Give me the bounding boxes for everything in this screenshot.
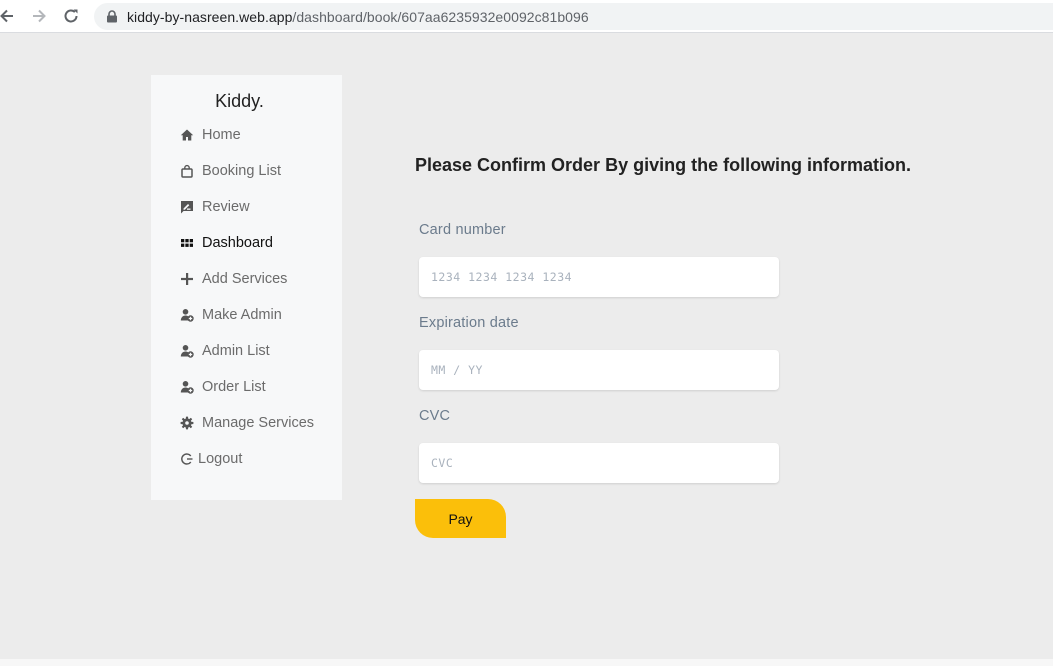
bottom-edge [0, 659, 1053, 666]
user-plus-icon [179, 343, 195, 359]
forward-arrow-icon[interactable] [29, 6, 49, 26]
sidebar-item-booking-list[interactable]: Booking List [179, 160, 281, 182]
page-heading: Please Confirm Order By giving the follo… [415, 155, 912, 175]
user-plus-icon [179, 307, 195, 323]
sidebar-item-label: Add Services [202, 271, 288, 287]
sidebar: Kiddy. Home Booking List Review Dashboar… [151, 75, 342, 500]
expiration-date-field[interactable] [419, 350, 779, 390]
rate-review-icon [179, 199, 195, 215]
sidebar-item-label: Logout [198, 451, 243, 467]
card-number-field[interactable] [419, 257, 779, 297]
sidebar-item-make-admin[interactable]: Make Admin [179, 304, 282, 326]
shopping-bag-icon [179, 163, 195, 179]
gear-icon [179, 415, 195, 431]
sidebar-item-label: Order List [202, 379, 266, 395]
browser-toolbar: kiddy-by-nasreen.web.app/dashboard/book/… [0, 0, 1053, 33]
expiration-date-label: Expiration date [419, 315, 519, 331]
sidebar-item-add-services[interactable]: Add Services [179, 268, 287, 290]
address-bar[interactable]: kiddy-by-nasreen.web.app/dashboard/book/… [94, 3, 1053, 30]
home-icon [179, 127, 195, 143]
reload-icon[interactable] [61, 6, 81, 26]
card-number-label: Card number [419, 222, 506, 238]
sidebar-item-home[interactable]: Home [179, 124, 241, 146]
sidebar-item-review[interactable]: Review [179, 196, 250, 218]
url-host: kiddy-by-nasreen.web.app [127, 9, 293, 25]
sidebar-item-label: Make Admin [202, 307, 282, 323]
sidebar-item-label: Review [202, 199, 250, 215]
cvc-label: CVC [419, 408, 451, 424]
sidebar-item-order-list[interactable]: Order List [179, 376, 266, 398]
pay-button[interactable]: Pay [415, 499, 506, 538]
cvc-field[interactable] [419, 443, 779, 483]
sidebar-item-manage-services[interactable]: Manage Services [179, 412, 314, 434]
plus-icon [179, 271, 195, 287]
sidebar-item-label: Manage Services [202, 415, 315, 431]
sidebar-item-label: Home [202, 127, 241, 143]
user-plus-icon [179, 379, 195, 395]
back-arrow-icon[interactable] [0, 6, 17, 26]
logout-icon [179, 451, 195, 467]
sidebar-item-label: Dashboard [202, 235, 273, 251]
grid-icon [179, 235, 195, 251]
sidebar-item-label: Admin List [202, 343, 270, 359]
brand-logo: Kiddy. [215, 91, 264, 111]
url-text: kiddy-by-nasreen.web.app/dashboard/book/… [127, 9, 589, 25]
sidebar-item-logout[interactable]: Logout [179, 448, 242, 470]
lock-icon [107, 10, 117, 23]
url-path: /dashboard/book/607aa6235932e0092c81b096 [292, 9, 589, 25]
sidebar-item-dashboard[interactable]: Dashboard [179, 232, 273, 254]
sidebar-item-admin-list[interactable]: Admin List [179, 340, 270, 362]
sidebar-item-label: Booking List [202, 163, 281, 179]
